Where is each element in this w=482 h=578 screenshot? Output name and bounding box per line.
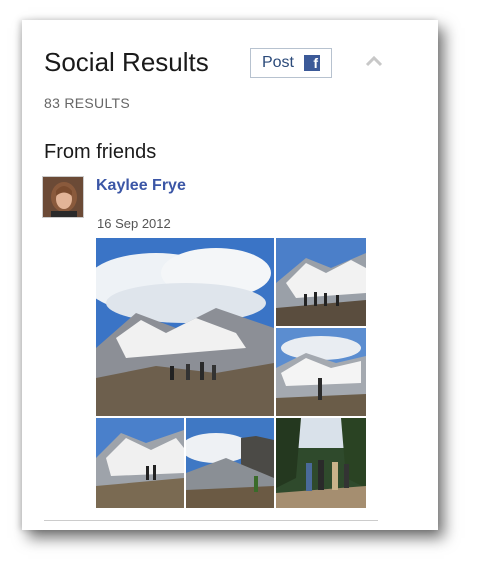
photo-3[interactable]: [276, 328, 366, 416]
panel-title: Social Results: [44, 47, 209, 77]
chevron-up-icon[interactable]: [364, 54, 384, 68]
post-date: 16 Sep 2012: [97, 216, 171, 231]
photo-2[interactable]: [276, 238, 366, 326]
photo-1[interactable]: [96, 238, 274, 416]
social-results-panel: Social Results Post f 83 RESULTS From fr…: [22, 20, 438, 530]
friend-name-link[interactable]: Kaylee Frye: [96, 177, 186, 195]
photo-4[interactable]: [96, 418, 184, 508]
divider: [44, 520, 378, 521]
avatar[interactable]: [42, 176, 84, 218]
section-title: From friends: [44, 141, 157, 163]
facebook-icon: f: [304, 55, 320, 71]
post-button[interactable]: Post f: [250, 48, 332, 78]
photo-5[interactable]: [186, 418, 274, 508]
results-count: 83 RESULTS: [44, 95, 130, 111]
photo-6[interactable]: [276, 418, 366, 508]
post-button-label: Post: [261, 54, 294, 71]
